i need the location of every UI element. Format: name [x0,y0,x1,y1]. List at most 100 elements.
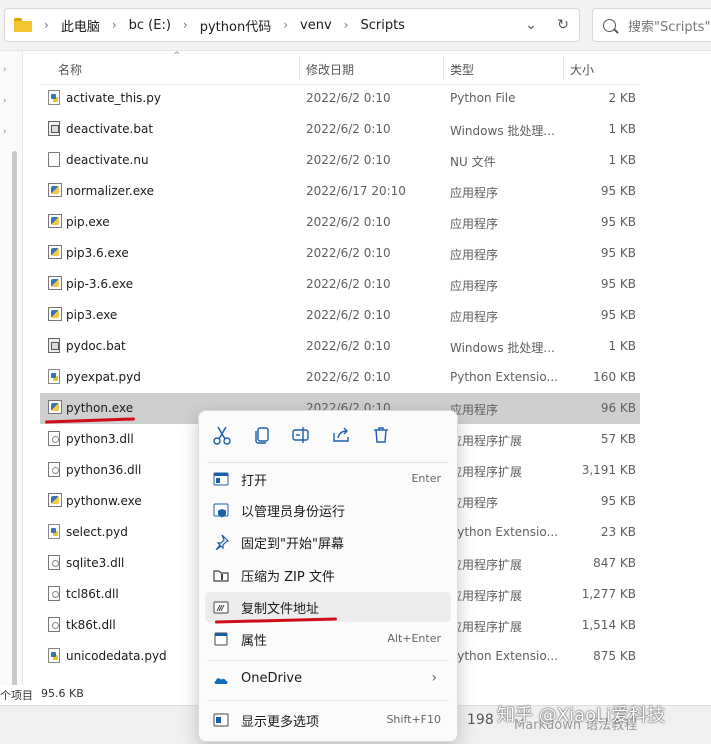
file-row[interactable]: normalizer.exe 2022/6/17 20:10 应用程序 95 KB [40,176,640,207]
file-row[interactable]: pydoc.bat 2022/6/2 0:10 Windows 批处理... 1 KB [40,331,640,362]
menu-label: 以管理员身份运行 [241,505,346,520]
column-divider[interactable] [299,57,300,81]
chevron-right-icon[interactable]: › [112,18,117,32]
expand-arrow-icon[interactable]: › [3,96,7,106]
file-type: 应用程序扩展 [450,465,523,479]
file-name: sqlite3.dll [66,556,125,570]
column-type[interactable]: 类型 [450,61,474,78]
column-divider[interactable] [563,57,564,81]
search-box[interactable]: 搜索"Scripts" [592,8,711,42]
menu-divider [207,700,449,701]
file-size: 875 KB [593,649,636,663]
menu-item-properties[interactable]: 属性 Alt+Enter [205,624,451,654]
file-name: pip3.exe [66,308,118,322]
file-name: python.exe [66,401,134,415]
file-size: 95 KB [600,246,636,260]
python-exe-icon [48,400,62,414]
chevron-right-icon[interactable]: › [44,18,49,32]
copy-icon[interactable] [251,424,273,446]
breadcrumb-python-folder[interactable]: python代码 [200,16,271,35]
column-date[interactable]: 修改日期 [306,61,354,78]
file-size: 1,277 KB [581,587,636,601]
file-size: 3,191 KB [581,463,636,477]
python-file-icon [48,648,60,663]
share-icon[interactable] [330,424,352,446]
file-type: 应用程序 [450,248,499,262]
file-size: 96 KB [600,401,636,415]
chevron-right-icon[interactable]: › [183,18,188,32]
dll-icon [48,586,60,601]
chevron-right-icon[interactable]: › [283,18,288,32]
file-type: 应用程序 [450,310,499,324]
file-name: python3.dll [66,432,134,446]
expand-arrow-icon[interactable]: › [3,65,7,75]
chevron-down-icon[interactable]: ⌄ [515,17,547,33]
file-row[interactable]: pyexpat.pyd 2022/6/2 0:10 Python Extensio.… [40,362,640,393]
address-bar[interactable]: › 此电脑 › bc (E:) › python代码 › venv › Scri… [4,8,580,42]
breadcrumb-venv[interactable]: venv [300,18,332,33]
file-size: 160 KB [593,370,636,384]
column-size[interactable]: 大小 [570,61,594,78]
context-menu: 打开 Enter 以管理员身份运行 固定到"开始"屏幕 压缩为 ZIP 文件 复… [198,410,458,742]
exe-icon [48,245,62,259]
menu-label: 打开 [241,474,268,489]
file-row[interactable]: activate_this.py 2022/6/2 0:10 Python File… [40,83,640,114]
file-date: 2022/6/2 0:10 [306,339,391,353]
menu-item-run-as-admin[interactable]: 以管理员身份运行 [205,495,451,525]
menu-label: 固定到"开始"屏幕 [241,537,344,552]
file-type: Windows 批处理... [450,124,555,138]
delete-icon[interactable] [370,424,392,446]
breadcrumb-this-pc[interactable]: 此电脑 [61,16,100,35]
file-name: select.pyd [66,525,128,539]
file-date: 2022/6/2 0:10 [306,370,391,384]
file-date: 2022/6/2 0:10 [306,215,391,229]
file-type: Python File [450,91,516,105]
file-size: 2 KB [608,91,636,105]
rename-icon[interactable] [290,424,312,446]
menu-item-pin-to-start[interactable]: 固定到"开始"屏幕 [205,527,451,557]
file-type: 应用程序 [450,217,499,231]
cut-icon[interactable] [211,424,233,446]
sort-caret-icon: ^ [173,51,181,61]
file-date: 2022/6/2 0:10 [306,246,391,260]
chevron-right-icon[interactable]: › [344,18,349,32]
file-type: Python Extensio... [450,649,558,663]
file-type: 应用程序 [450,186,499,200]
refresh-icon[interactable]: ↻ [547,17,579,33]
document-icon [48,152,60,167]
file-date: 2022/6/2 0:10 [306,308,391,322]
menu-item-onedrive[interactable]: OneDrive › [205,665,451,695]
menu-item-compress-zip[interactable]: 压缩为 ZIP 文件 [205,560,451,590]
navigation-scrollbar[interactable] [12,151,17,711]
file-size: 95 KB [600,184,636,198]
menu-label: OneDrive [241,671,303,686]
selection-size: 95.6 KB [41,687,84,700]
file-row[interactable]: pip3.exe 2022/6/2 0:10 应用程序 95 KB [40,300,640,331]
file-row[interactable]: pip-3.6.exe 2022/6/2 0:10 应用程序 95 KB [40,269,640,300]
file-type: 应用程序 [450,403,499,417]
menu-item-open[interactable]: 打开 Enter [205,464,451,494]
file-type: NU 文件 [450,155,496,169]
column-divider[interactable] [443,57,444,81]
file-type: 应用程序 [450,279,499,293]
file-date: 2022/6/17 20:10 [306,184,406,198]
file-type: Windows 批处理... [450,341,555,355]
expand-arrow-icon[interactable]: › [3,127,7,137]
file-row[interactable]: deactivate.nu 2022/6/2 0:10 NU 文件 1 KB [40,145,640,176]
file-size: 95 KB [600,308,636,322]
file-size: 95 KB [600,277,636,291]
python-file-icon [48,369,60,384]
file-row[interactable]: deactivate.bat 2022/6/2 0:10 Windows 批处理..… [40,114,640,145]
column-name[interactable]: 名称 [58,61,82,78]
file-row[interactable]: pip.exe 2022/6/2 0:10 应用程序 95 KB [40,207,640,238]
file-type: 应用程序扩展 [450,558,523,572]
dll-icon [48,431,60,446]
quick-actions [199,411,457,461]
breadcrumb-drive[interactable]: bc (E:) [129,18,171,33]
file-row[interactable]: pip3.6.exe 2022/6/2 0:10 应用程序 95 KB [40,238,640,269]
file-name: unicodedata.pyd [66,649,167,663]
file-size: 95 KB [600,215,636,229]
zip-icon [213,570,229,582]
breadcrumb-scripts[interactable]: Scripts [360,18,404,33]
menu-item-show-more-options[interactable]: 显示更多选项 Shift+F10 [205,705,451,735]
